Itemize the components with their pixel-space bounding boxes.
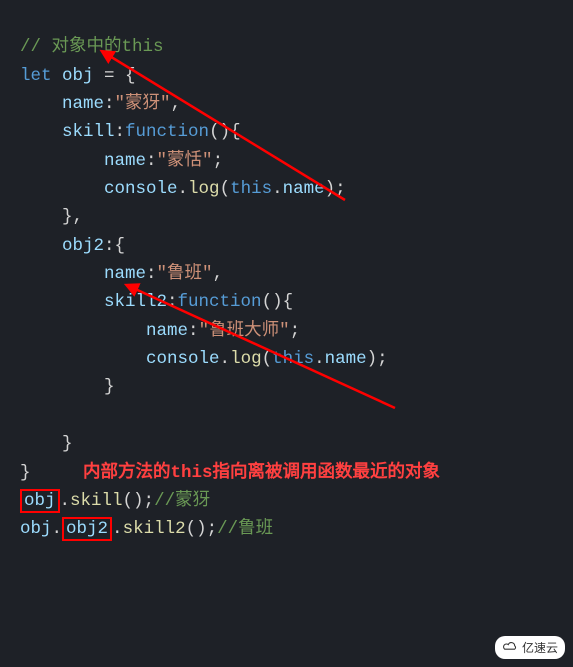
prop-skill2: skill2 (104, 292, 167, 312)
highlight-box-obj2: obj2 (62, 517, 112, 541)
prop-skill: skill (62, 122, 115, 142)
punc: . (272, 179, 283, 199)
keyword-this: this (230, 179, 272, 199)
fn-skill: skill (70, 491, 123, 511)
punc: : (146, 151, 157, 171)
fn-skill2: skill2 (123, 519, 186, 539)
ident-obj: obj (24, 491, 56, 511)
comment: //鲁班 (217, 519, 273, 539)
string: "鲁班" (157, 264, 213, 284)
punc: :{ (104, 236, 125, 256)
prop-name: name (146, 321, 188, 341)
punc: (){ (209, 122, 241, 142)
code-block: // 对象中的this let obj = { name:"蒙犽", skill… (0, 0, 573, 544)
watermark-text: 亿速云 (522, 639, 558, 656)
ident-obj2: obj2 (66, 519, 108, 539)
punc: ( (220, 179, 231, 199)
punc: (); (123, 491, 155, 511)
punc: . (220, 349, 231, 369)
watermark: 亿速云 (495, 636, 565, 659)
punc: ); (367, 349, 388, 369)
punc: } (20, 463, 31, 483)
punc: : (146, 264, 157, 284)
punc: }, (62, 207, 83, 227)
punc: , (171, 94, 182, 114)
ident-console: console (146, 349, 220, 369)
string: "鲁班大师" (199, 321, 290, 341)
punc: . (52, 519, 63, 539)
punc: . (112, 519, 123, 539)
punc: ; (290, 321, 301, 341)
fn-log: log (188, 179, 220, 199)
punc: ( (262, 349, 273, 369)
keyword-function: function (125, 122, 209, 142)
prop-name: name (104, 264, 146, 284)
keyword-function: function (178, 292, 262, 312)
punc: : (115, 122, 126, 142)
highlight-box-obj: obj (20, 489, 60, 513)
prop-name: name (104, 151, 146, 171)
prop-name: name (62, 94, 104, 114)
prop-name: name (325, 349, 367, 369)
punc: = { (94, 66, 136, 86)
punc: ); (325, 179, 346, 199)
punc: . (60, 491, 71, 511)
punc: ; (213, 151, 224, 171)
string: "蒙犽" (115, 94, 171, 114)
punc: . (314, 349, 325, 369)
ident-obj: obj (20, 519, 52, 539)
punc: (){ (262, 292, 294, 312)
punc: : (104, 94, 115, 114)
keyword-let: let (20, 66, 52, 86)
string: "蒙恬" (157, 151, 213, 171)
ident-console: console (104, 179, 178, 199)
punc: : (188, 321, 199, 341)
punc: } (62, 434, 73, 454)
punc: (); (186, 519, 218, 539)
keyword-this: this (272, 349, 314, 369)
fn-log: log (230, 349, 262, 369)
punc: . (178, 179, 189, 199)
comment-line-1: // 对象中的this (20, 37, 164, 57)
prop-obj2: obj2 (62, 236, 104, 256)
ident-obj: obj (62, 66, 94, 86)
punc: : (167, 292, 178, 312)
punc: , (213, 264, 224, 284)
comment: //蒙犽 (154, 491, 210, 511)
annotation-note: 内部方法的this指向离被调用函数最近的对象 (83, 463, 440, 483)
punc: } (104, 377, 115, 397)
prop-name: name (283, 179, 325, 199)
cloud-icon (502, 641, 518, 655)
